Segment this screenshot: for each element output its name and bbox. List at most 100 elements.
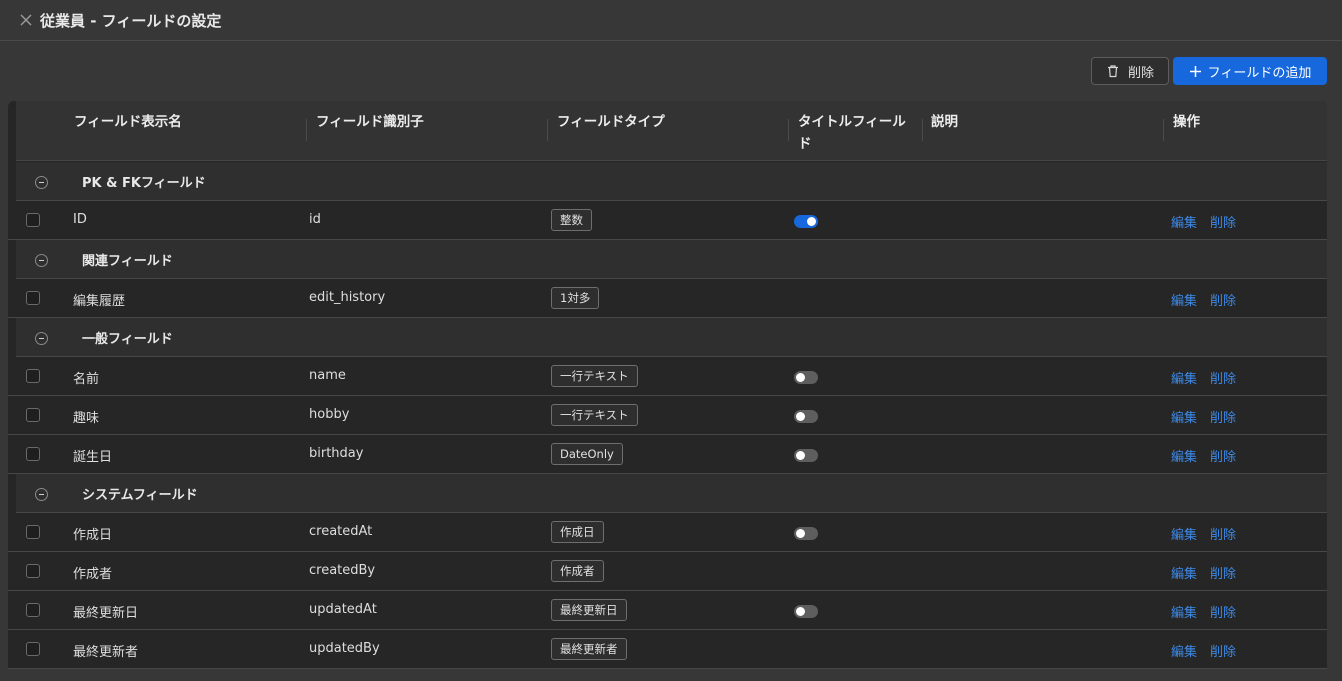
- delete-link[interactable]: 削除: [1210, 524, 1236, 543]
- group-row-relations: 関連フィールド: [16, 240, 1327, 279]
- add-field-button-label: フィールドの追加: [1207, 65, 1312, 81]
- row-checkbox[interactable]: [26, 603, 40, 617]
- field-type-tag: 1対多: [551, 287, 600, 309]
- table-header: フィールド表示名 フィールド識別子 フィールドタイプ タイトルフィール ド 説明…: [16, 101, 1327, 161]
- field-display-name: 編集履歴: [73, 294, 126, 309]
- table-row: ID id 整数 編集 削除: [8, 201, 1327, 240]
- trash-icon: [1107, 65, 1118, 78]
- group-label: システムフィールド: [82, 488, 198, 503]
- delete-link[interactable]: 削除: [1210, 602, 1236, 621]
- field-identifier: createdAt: [309, 524, 373, 539]
- plus-icon: [1189, 65, 1201, 77]
- toggle-knob: [796, 529, 805, 538]
- group-row-pk-fk: PK & FKフィールド: [16, 162, 1327, 201]
- row-checkbox[interactable]: [26, 564, 40, 578]
- field-display-name: 名前: [73, 372, 100, 387]
- edit-link[interactable]: 編集: [1171, 524, 1197, 543]
- row-checkbox[interactable]: [26, 447, 40, 461]
- table-row: 作成日 createdAt 作成日 編集 削除: [8, 513, 1327, 552]
- toggle-knob: [796, 412, 805, 421]
- table-row: 最終更新日 updatedAt 最終更新日 編集 削除: [8, 591, 1327, 630]
- column-header-description: 説明: [931, 114, 958, 130]
- toggle-knob: [807, 217, 816, 226]
- collapse-icon[interactable]: [35, 254, 48, 267]
- title-field-toggle[interactable]: [794, 527, 818, 540]
- delete-link[interactable]: 削除: [1210, 641, 1236, 660]
- row-checkbox[interactable]: [26, 369, 40, 383]
- field-type-tag: 整数: [551, 209, 592, 231]
- column-divider: [306, 119, 307, 141]
- field-identifier: updatedAt: [309, 602, 377, 617]
- field-type-tag: DateOnly: [551, 443, 623, 465]
- column-header-title-field-line1: タイトルフィール: [798, 114, 906, 130]
- fields-table: フィールド表示名 フィールド識別子 フィールドタイプ タイトルフィール ド 説明…: [8, 101, 1327, 669]
- table-row: 名前 name 一行テキスト 編集 削除: [8, 357, 1327, 396]
- delete-link[interactable]: 削除: [1210, 446, 1236, 465]
- table-row: 最終更新者 updatedBy 最終更新者 編集 削除: [8, 630, 1327, 669]
- column-divider: [547, 119, 548, 141]
- column-header-type: フィールドタイプ: [557, 114, 665, 130]
- field-type-tag: 作成者: [551, 560, 604, 582]
- group-label: 一般フィールド: [82, 332, 173, 347]
- row-checkbox[interactable]: [26, 408, 40, 422]
- edit-link[interactable]: 編集: [1171, 407, 1197, 426]
- edit-link[interactable]: 編集: [1171, 212, 1197, 231]
- edit-link[interactable]: 編集: [1171, 563, 1197, 582]
- edit-link[interactable]: 編集: [1171, 290, 1197, 309]
- column-header-title-field: タイトルフィール ド: [798, 111, 928, 155]
- field-display-name: 作成者: [73, 567, 113, 582]
- title-field-toggle[interactable]: [794, 215, 818, 228]
- field-identifier: updatedBy: [309, 641, 380, 656]
- field-type-tag: 一行テキスト: [551, 404, 638, 426]
- row-checkbox[interactable]: [26, 642, 40, 656]
- column-divider: [788, 119, 789, 141]
- edit-link[interactable]: 編集: [1171, 641, 1197, 660]
- column-divider: [922, 119, 923, 141]
- delete-link[interactable]: 削除: [1210, 368, 1236, 387]
- row-checkbox[interactable]: [26, 213, 40, 227]
- title-field-toggle[interactable]: [794, 605, 818, 618]
- group-row-system: システムフィールド: [16, 474, 1327, 513]
- column-header-identifier: フィールド識別子: [316, 114, 424, 130]
- delete-link[interactable]: 削除: [1210, 212, 1236, 231]
- table-row: 編集履歴 edit_history 1対多 編集 削除: [8, 279, 1327, 318]
- row-checkbox[interactable]: [26, 525, 40, 539]
- field-display-name: 誕生日: [73, 450, 113, 465]
- delete-button[interactable]: 削除: [1091, 57, 1169, 85]
- delete-link[interactable]: 削除: [1210, 290, 1236, 309]
- toggle-knob: [796, 373, 805, 382]
- edit-link[interactable]: 編集: [1171, 602, 1197, 621]
- title-field-toggle[interactable]: [794, 449, 818, 462]
- column-header-display-name: フィールド表示名: [74, 114, 182, 130]
- title-field-toggle[interactable]: [794, 371, 818, 384]
- field-identifier: id: [309, 212, 321, 227]
- toggle-knob: [796, 607, 805, 616]
- table-row: 趣味 hobby 一行テキスト 編集 削除: [8, 396, 1327, 435]
- delete-link[interactable]: 削除: [1210, 563, 1236, 582]
- field-identifier: edit_history: [309, 290, 386, 305]
- field-display-name: ID: [73, 212, 87, 227]
- field-display-name: 最終更新者: [73, 645, 139, 660]
- delete-link[interactable]: 削除: [1210, 407, 1236, 426]
- table-row: 誕生日 birthday DateOnly 編集 削除: [8, 435, 1327, 474]
- collapse-icon[interactable]: [35, 488, 48, 501]
- collapse-icon[interactable]: [35, 176, 48, 189]
- edit-link[interactable]: 編集: [1171, 368, 1197, 387]
- field-type-tag: 作成日: [551, 521, 604, 543]
- row-checkbox[interactable]: [26, 291, 40, 305]
- delete-button-label: 削除: [1127, 65, 1154, 81]
- column-divider: [1163, 119, 1164, 141]
- group-row-general: 一般フィールド: [16, 318, 1327, 357]
- add-field-button[interactable]: フィールドの追加: [1173, 57, 1327, 85]
- close-icon[interactable]: [18, 12, 34, 28]
- edit-link[interactable]: 編集: [1171, 446, 1197, 465]
- toggle-knob: [796, 451, 805, 460]
- field-type-tag: 一行テキスト: [551, 365, 638, 387]
- title-field-toggle[interactable]: [794, 410, 818, 423]
- field-display-name: 作成日: [73, 528, 113, 543]
- column-header-title-field-line2: ド: [798, 136, 812, 152]
- field-display-name: 趣味: [73, 411, 100, 426]
- collapse-icon[interactable]: [35, 332, 48, 345]
- field-identifier: name: [309, 368, 346, 383]
- dialog-header: 従業員 - フィールドの設定: [0, 0, 1342, 41]
